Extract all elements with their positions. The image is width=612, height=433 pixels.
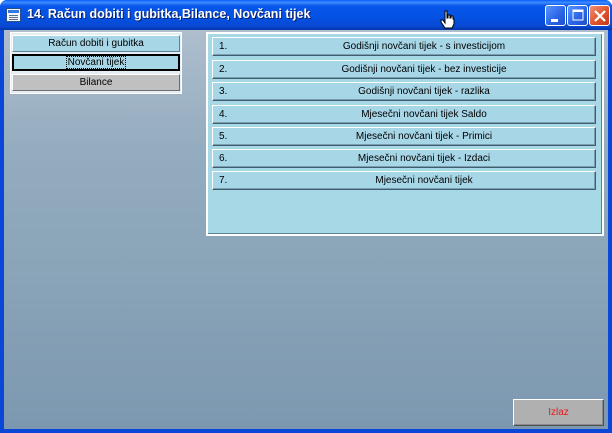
row-number: 1. — [219, 41, 228, 52]
menu-button-balance-sheets[interactable]: Bilance — [12, 74, 180, 91]
row-label: Mjesečni novčani tijek - Izdaci — [357, 153, 491, 164]
report-row-5[interactable]: 5. Mjesečni novčani tijek - Primici — [212, 127, 596, 146]
window-app-icon[interactable] — [6, 8, 21, 22]
maximize-icon — [572, 9, 584, 21]
client-area: Račun dobiti i gubitka Novčani tijek Bil… — [4, 30, 608, 429]
row-number: 7. — [219, 175, 228, 186]
row-number: 2. — [219, 64, 228, 75]
menu-button-cash-flow-label: Novčani tijek — [65, 56, 127, 69]
report-row-7[interactable]: 7. Mjesečni novčani tijek — [212, 171, 596, 190]
report-row-3[interactable]: 3. Godišnji novčani tijek - razlika — [212, 82, 596, 101]
minimize-icon — [551, 19, 558, 22]
title-bar[interactable]: 14. Račun dobiti i gubitka,Bilance, Novč… — [0, 0, 612, 30]
row-label: Godišnji novčani tijek - bez investicije — [341, 64, 507, 75]
row-number: 4. — [219, 109, 228, 120]
cash-flow-report-list: 1. Godišnji novčani tijek - s investicij… — [206, 32, 604, 236]
row-label: Mjesečni novčani tijek — [375, 175, 473, 186]
maximize-button[interactable] — [567, 5, 588, 26]
menu-button-income-statement[interactable]: Račun dobiti i gubitka — [12, 35, 180, 52]
report-row-4[interactable]: 4. Mjesečni novčani tijek Saldo — [212, 105, 596, 124]
exit-button[interactable]: Izlaz — [513, 399, 604, 426]
report-row-6[interactable]: 6. Mjesečni novčani tijek - Izdaci — [212, 149, 596, 168]
close-button[interactable] — [589, 5, 610, 26]
app-window: 14. Račun dobiti i gubitka,Bilance, Novč… — [0, 0, 612, 433]
close-icon — [594, 10, 606, 22]
row-number: 3. — [219, 86, 228, 97]
hand-cursor-icon — [440, 10, 455, 29]
report-row-2[interactable]: 2. Godišnji novčani tijek - bez investic… — [212, 60, 596, 79]
left-menu-panel: Račun dobiti i gubitka Novčani tijek Bil… — [10, 32, 182, 94]
report-row-1[interactable]: 1. Godišnji novčani tijek - s investicij… — [212, 37, 596, 56]
row-number: 6. — [219, 153, 228, 164]
row-label: Godišnji novčani tijek - razlika — [358, 86, 490, 97]
minimize-button[interactable] — [545, 5, 566, 26]
row-label: Mjesečni novčani tijek Saldo — [361, 109, 487, 120]
window-title: 14. Račun dobiti i gubitka,Bilance, Novč… — [27, 7, 311, 21]
row-label: Mjesečni novčani tijek - Primici — [355, 131, 493, 142]
menu-button-cash-flow[interactable]: Novčani tijek — [12, 54, 180, 71]
row-label: Godišnji novčani tijek - s investicijom — [342, 41, 506, 52]
row-number: 5. — [219, 131, 228, 142]
